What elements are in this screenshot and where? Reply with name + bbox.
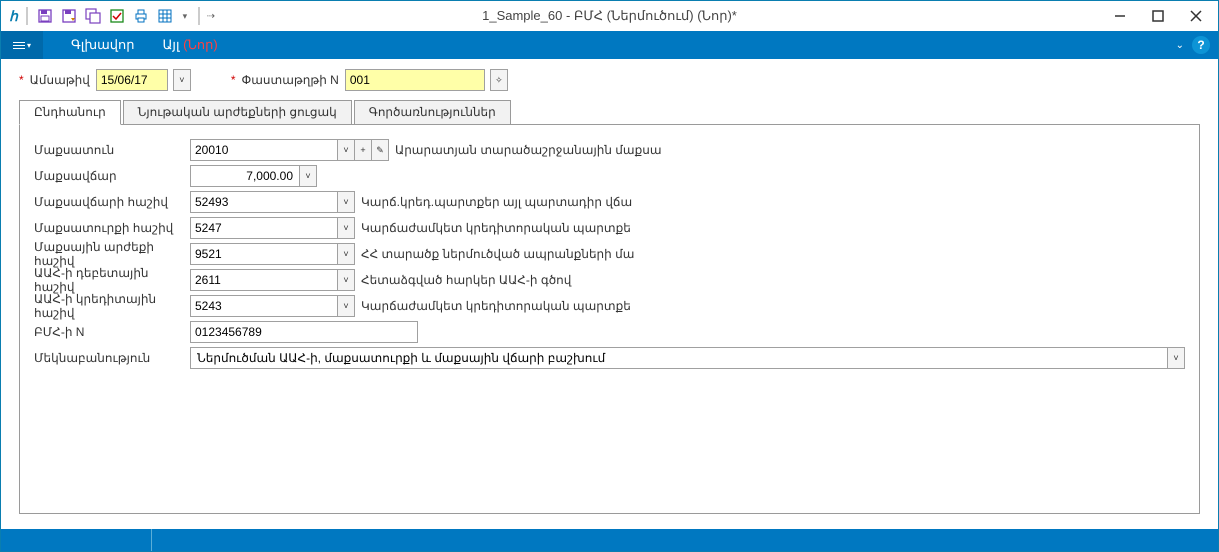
print-icon[interactable] — [132, 7, 150, 25]
edit-button[interactable]: ✎ — [371, 139, 389, 161]
save-new-icon[interactable] — [84, 7, 102, 25]
dropdown-button[interactable]: ˅ — [337, 269, 355, 291]
input-duty-account[interactable] — [190, 217, 338, 239]
dropdown-button[interactable]: ˅ — [337, 139, 355, 161]
desc-customs-office: Արարատյան տարածաշրջանային մաքսա — [389, 143, 662, 157]
tab-general[interactable]: Ընդհանուր — [19, 100, 121, 125]
save-close-icon[interactable] — [60, 7, 78, 25]
help-icon[interactable]: ? — [1192, 36, 1210, 54]
desc-fee-account: Կարճ.կրեդ.պարտքեր այլ պարտադիր վճա — [355, 195, 632, 209]
close-button[interactable] — [1178, 2, 1214, 30]
statusbar — [1, 529, 1218, 551]
dropdown-button[interactable]: ˅ — [337, 217, 355, 239]
input-fee-account[interactable] — [190, 191, 338, 213]
grid-icon[interactable] — [156, 7, 174, 25]
input-vat-debit-account[interactable] — [190, 269, 338, 291]
main-menu-button[interactable]: ▾ — [1, 31, 43, 59]
menu-item-main[interactable]: Գլխավոր — [71, 37, 134, 53]
dropdown-button[interactable]: ˅ — [299, 165, 317, 187]
header-row: * Ամսաթիվ ˅ * Փաստաթղթի N ✧ — [1, 59, 1218, 99]
tab-operations[interactable]: Գործառնություններ — [354, 100, 511, 125]
label-bmr-number: ԲՄՀ-ի N — [34, 325, 190, 339]
input-vat-credit-account[interactable] — [190, 295, 338, 317]
app-logo-icon: հ — [9, 8, 18, 25]
desc-duty-account: Կարճաժամկետ կրեդիտորական պարտքե — [355, 221, 631, 235]
input-comment[interactable] — [190, 347, 1168, 369]
chevron-down-icon[interactable]: ⌄ — [1176, 40, 1184, 51]
register-icon[interactable] — [108, 7, 126, 25]
label-comment: Մեկնաբանություն — [34, 351, 190, 365]
label-customs-fee: Մաքսավճար — [34, 169, 190, 183]
desc-vat-credit-account: Կարճաժամկետ կրեդիտորական պարտքե — [355, 299, 631, 313]
date-label: Ամսաթիվ — [30, 73, 90, 87]
label-vat-credit-account: ԱԱՀ-ի կրեդիտային հաշիվ — [34, 292, 190, 320]
required-marker: * — [19, 73, 24, 87]
label-customs-value-account: Մաքսային արժեքի հաշիվ — [34, 240, 190, 268]
docnum-input[interactable] — [345, 69, 485, 91]
desc-customs-value-account: ՀՀ տարածք ներմուծված ապրանքների մա — [355, 247, 634, 261]
dropdown-button[interactable]: ˅ — [337, 191, 355, 213]
input-customs-office[interactable] — [190, 139, 338, 161]
titlebar: հ ▾ ⇢ 1_Sample_60 - ԲՄՀ (Նե — [1, 1, 1218, 31]
date-dropdown-button[interactable]: ˅ — [173, 69, 191, 91]
required-marker: * — [231, 73, 236, 87]
toolbar-dropdown-icon[interactable]: ▾ — [180, 7, 190, 25]
docnum-label: Փաստաթղթի N — [242, 73, 339, 87]
tab-body-general: Մաքսատուն ˅ + ✎ Արարատյան տարածաշրջանայի… — [19, 124, 1200, 514]
tab-headers: Ընդհանուր Նյութական արժեքների ցուցակ Գոր… — [19, 99, 1200, 124]
maximize-button[interactable] — [1140, 2, 1176, 30]
input-customs-value-account[interactable] — [190, 243, 338, 265]
dropdown-button[interactable]: ˅ — [337, 295, 355, 317]
menubar: ▾ Գլխավոր Այլ (Նոր) ⌄ ? — [1, 31, 1218, 59]
window-title: 1_Sample_60 - ԲՄՀ (Ներմուծում) (Նոր)* — [482, 8, 737, 24]
label-vat-debit-account: ԱԱՀ-ի դեբետային հաշիվ — [34, 266, 190, 294]
input-customs-fee[interactable] — [190, 165, 300, 187]
label-duty-account: Մաքսատուրքի հաշիվ — [34, 221, 190, 235]
add-button[interactable]: + — [354, 139, 372, 161]
label-customs-office: Մաքսատուն — [34, 143, 190, 157]
tab-items-list[interactable]: Նյութական արժեքների ցուցակ — [123, 100, 352, 125]
desc-vat-debit-account: Հետաձգված հարկեր ԱԱՀ-ի գծով — [355, 273, 571, 287]
toolbar-overflow-icon[interactable]: ⇢ — [206, 7, 216, 25]
caret-down-icon: ▾ — [27, 41, 31, 50]
comment-dropdown-button[interactable]: ˅ — [1167, 347, 1185, 369]
menu-item-other[interactable]: Այլ (Նոր) — [162, 37, 217, 53]
label-fee-account: Մաքսավճարի հաշիվ — [34, 195, 190, 209]
date-input[interactable] — [96, 69, 168, 91]
save-icon[interactable] — [36, 7, 54, 25]
input-bmr-number[interactable] — [190, 321, 418, 343]
docnum-wand-button[interactable]: ✧ — [490, 69, 508, 91]
dropdown-button[interactable]: ˅ — [337, 243, 355, 265]
minimize-button[interactable] — [1102, 2, 1138, 30]
